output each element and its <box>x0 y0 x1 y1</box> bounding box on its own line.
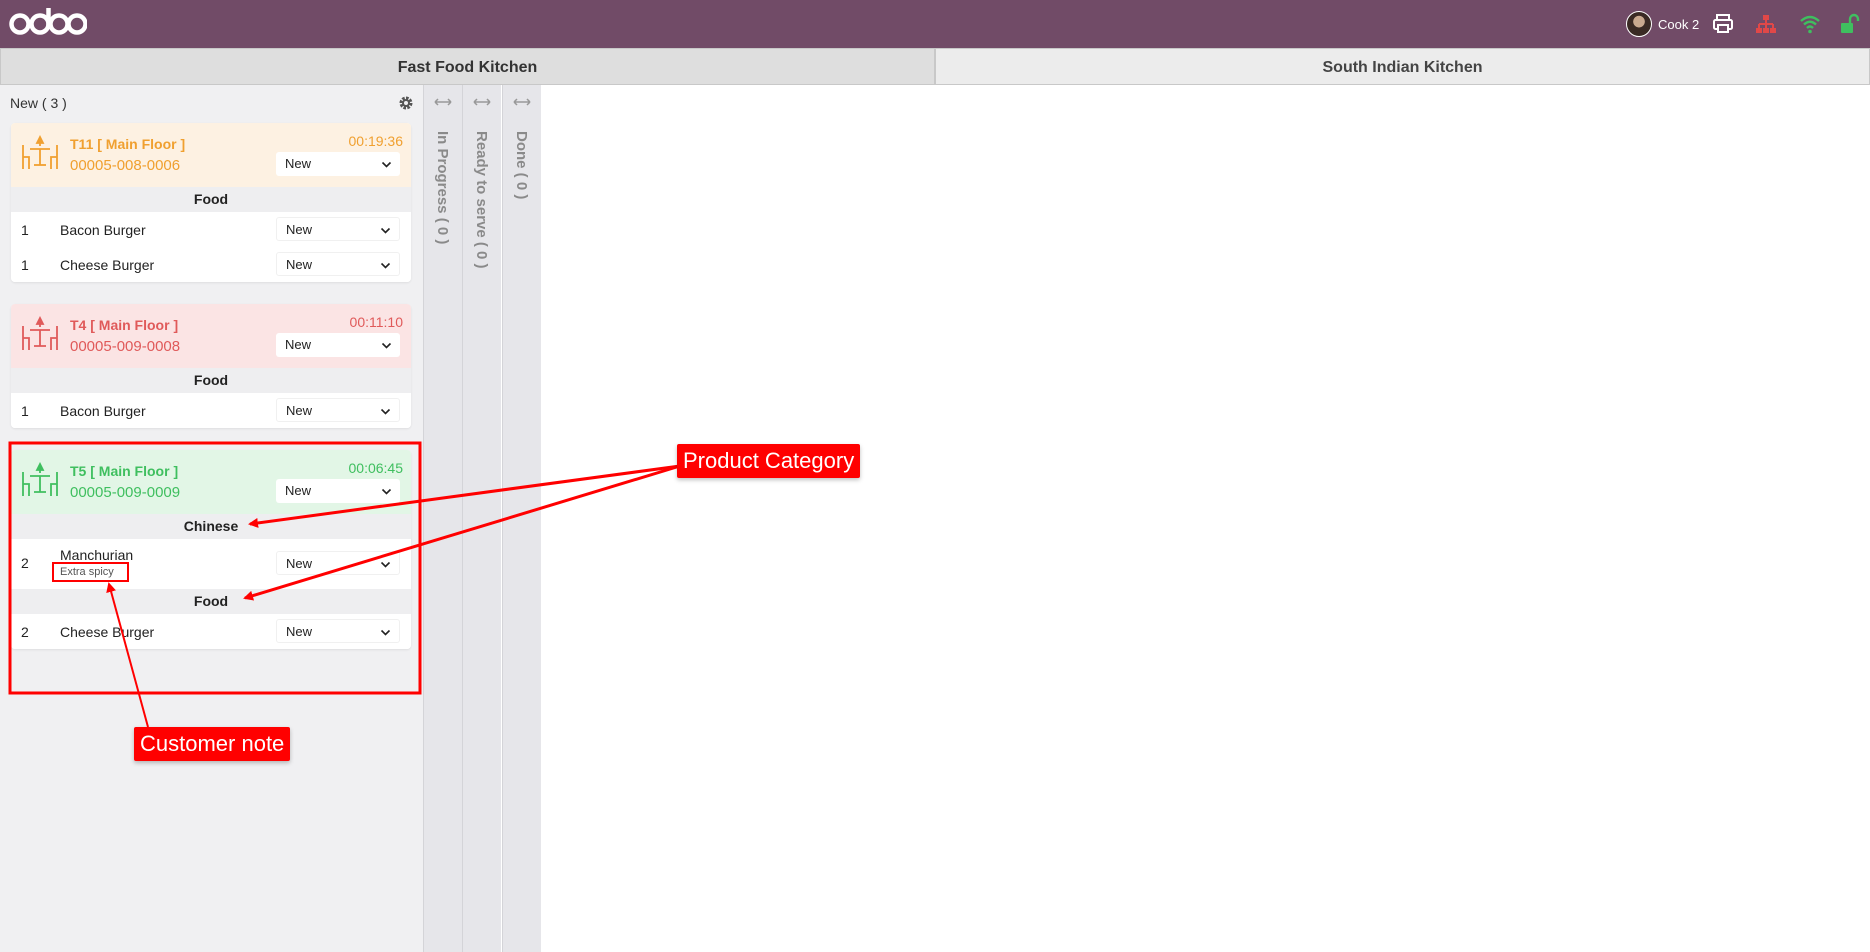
chevron-down-icon <box>381 161 392 168</box>
order-card-t5[interactable]: T5 [ Main Floor ] 00005-009-0009 00:06:4… <box>11 450 411 649</box>
stage-column-in-progress[interactable]: In Progress ( 0 ) <box>423 85 462 952</box>
order-line: 1 Bacon Burger New <box>11 393 411 428</box>
line-status-select[interactable]: New <box>276 551 400 575</box>
gear-icon[interactable] <box>398 95 414 111</box>
line-quantity: 1 <box>21 257 29 273</box>
chevron-down-icon <box>380 227 391 234</box>
order-card-header: T11 [ Main Floor ] 00005-008-0006 00:19:… <box>11 123 411 187</box>
order-card-header: T4 [ Main Floor ] 00005-009-0008 00:11:1… <box>11 304 411 368</box>
line-status-select[interactable]: New <box>276 217 400 241</box>
table-icon <box>22 135 58 169</box>
order-timer: 00:06:45 <box>348 460 404 476</box>
order-timer: 00:11:10 <box>349 314 403 330</box>
order-reference: 00005-008-0006 <box>70 157 181 174</box>
top-bar: Cook 2 <box>0 0 1870 48</box>
stage-title-done: Done ( 0 ) <box>513 131 530 200</box>
product-category: Food <box>11 589 411 614</box>
chevron-down-icon <box>381 342 392 349</box>
chevron-down-icon <box>380 262 391 269</box>
line-quantity: 2 <box>21 624 29 640</box>
line-product: Bacon Burger <box>60 222 146 238</box>
order-reference: 00005-009-0009 <box>70 484 181 501</box>
line-product: Cheese Burger <box>60 624 155 640</box>
line-product: Manchurian <box>60 547 134 563</box>
stage-title-in-progress: In Progress ( 0 ) <box>434 131 451 245</box>
line-quantity: 1 <box>21 403 29 419</box>
chevron-down-icon <box>380 408 391 415</box>
tab-fast-food-kitchen[interactable]: Fast Food Kitchen <box>0 48 935 85</box>
order-status-value: New <box>285 337 312 352</box>
line-status-value: New <box>286 624 313 639</box>
user-menu[interactable]: Cook 2 <box>1626 11 1699 37</box>
sitemap-icon[interactable] <box>1755 13 1777 35</box>
line-status-value: New <box>286 556 313 571</box>
line-status-select[interactable]: New <box>276 398 400 422</box>
expand-arrows-icon[interactable] <box>433 95 453 109</box>
order-status-value: New <box>285 156 312 171</box>
stage-column-new: New ( 3 ) T11 [ Main Floor] 00005-008-0… <box>0 85 423 952</box>
product-category: Food <box>11 368 411 393</box>
order-status-value: New <box>285 483 312 498</box>
expand-arrows-icon[interactable] <box>512 95 532 109</box>
order-timer: 00:19:36 <box>348 133 404 149</box>
line-status-value: New <box>286 257 313 272</box>
line-quantity: 1 <box>21 222 29 238</box>
order-line: 2 Manchurian Extra spicy New <box>11 539 411 589</box>
callout-product-category: Product Category <box>677 444 861 478</box>
line-status-select[interactable]: New <box>276 252 400 276</box>
table-name: T11 [ Main Floor ] <box>70 136 186 152</box>
order-line: 2 Cheese Burger New <box>11 614 411 649</box>
user-name: Cook 2 <box>1658 16 1700 32</box>
stage-title-new: New ( 3 ) <box>10 95 67 111</box>
line-status-value: New <box>286 222 313 237</box>
kanban-board: New ( 3 ) T11 [ Main Floor] 00005-008-0… <box>0 85 1870 952</box>
line-product: Bacon Burger <box>60 403 146 419</box>
tab-south-indian-kitchen[interactable]: South Indian Kitchen <box>935 48 1870 85</box>
order-card-t4[interactable]: T4 [ Main Floor ] 00005-009-0008 00:11:1… <box>11 304 411 428</box>
order-line: 1 Bacon Burger New <box>11 212 411 247</box>
stage-title-ready: Ready to serve ( 0 ) <box>473 131 490 269</box>
order-card-header: T5 [ Main Floor ] 00005-009-0009 00:06:4… <box>11 450 411 514</box>
order-reference: 00005-009-0008 <box>70 338 181 355</box>
chevron-down-icon <box>380 561 391 568</box>
odoo-logo-mark <box>9 8 87 35</box>
table-name: T4 [ Main Floor ] <box>70 317 179 333</box>
order-card-t11[interactable]: T11 [ Main Floor ] 00005-008-0006 00:19:… <box>11 123 411 282</box>
kitchen-tabs: Fast Food Kitchen South Indian Kitchen <box>0 48 1870 85</box>
table-icon <box>22 316 58 350</box>
table-icon <box>22 462 58 496</box>
avatar <box>1626 11 1652 37</box>
unlock-icon[interactable] <box>1838 13 1860 35</box>
stage-column-ready[interactable]: Ready to serve ( 0 ) <box>462 85 501 952</box>
odoo-logo[interactable] <box>9 6 87 40</box>
chevron-down-icon <box>380 629 391 636</box>
chevron-down-icon <box>381 488 392 495</box>
order-status-select[interactable]: New <box>276 479 400 503</box>
order-status-select[interactable]: New <box>276 152 400 176</box>
wifi-icon[interactable] <box>1799 13 1821 35</box>
line-product: Cheese Burger <box>60 257 155 273</box>
expand-arrows-icon[interactable] <box>472 95 492 109</box>
line-quantity: 2 <box>21 555 29 571</box>
table-name: T5 [ Main Floor ] <box>70 463 179 479</box>
order-line: 1 Cheese Burger New <box>11 247 411 282</box>
stage-column-done[interactable]: Done ( 0 ) <box>502 85 541 952</box>
line-status-select[interactable]: New <box>276 619 400 643</box>
customer-note: Extra spicy <box>60 566 114 578</box>
order-status-select[interactable]: New <box>276 333 400 357</box>
callout-customer-note: Customer note <box>134 727 291 761</box>
product-category: Food <box>11 187 411 212</box>
printer-icon[interactable] <box>1712 13 1734 35</box>
line-status-value: New <box>286 403 313 418</box>
product-category: Chinese <box>11 514 411 539</box>
